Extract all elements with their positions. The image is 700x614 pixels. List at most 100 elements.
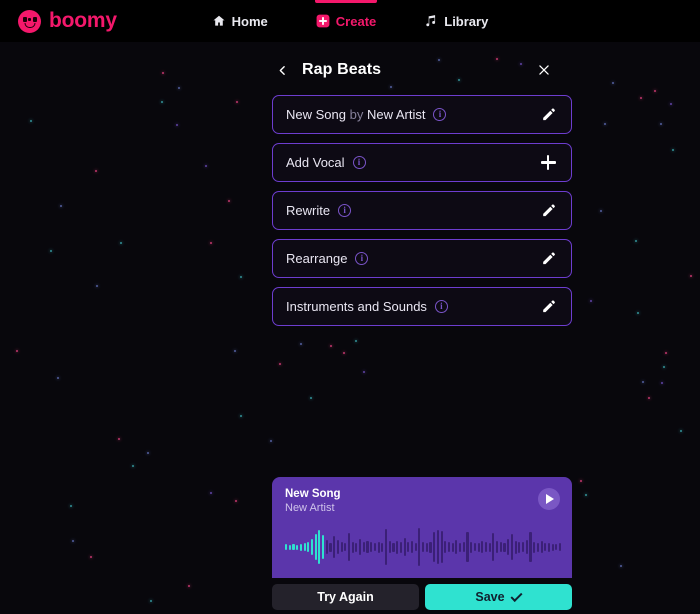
- particle-dot: [635, 240, 637, 242]
- info-icon[interactable]: i: [434, 300, 448, 313]
- info-icon[interactable]: i: [433, 108, 447, 121]
- waveform-bar: [370, 542, 373, 552]
- edit-instruments-button[interactable]: [538, 297, 558, 317]
- waveform-bar: [422, 542, 425, 552]
- save-button[interactable]: Save: [425, 584, 572, 610]
- nav-item-library[interactable]: Library: [422, 0, 490, 42]
- waveform-bar: [292, 544, 295, 550]
- particle-dot: [57, 377, 59, 379]
- particle-dot: [665, 352, 667, 354]
- waveform-bar: [366, 541, 369, 553]
- waveform-bar: [333, 536, 336, 558]
- particle-dot: [642, 381, 644, 383]
- row-add-vocal[interactable]: Add Vocal i: [272, 143, 572, 182]
- particle-dot: [660, 123, 662, 125]
- info-icon[interactable]: i: [338, 204, 352, 217]
- close-icon: [539, 65, 549, 75]
- audio-player-card: New Song New Artist: [272, 477, 572, 578]
- waveform-scrubber[interactable]: [285, 526, 562, 568]
- waveform-bar: [440, 531, 443, 563]
- row-song-title-label: New Song by New Artist: [286, 107, 425, 122]
- particle-dot: [16, 350, 18, 352]
- by-text: by: [345, 107, 367, 122]
- waveform-bar: [510, 534, 513, 560]
- waveform-bar: [547, 542, 551, 552]
- song-name-text: New Song: [286, 107, 346, 122]
- waveform-bar: [466, 532, 469, 562]
- nav-item-create[interactable]: Create: [314, 0, 378, 42]
- edit-rewrite-button[interactable]: [538, 201, 558, 221]
- particle-dot: [637, 312, 639, 314]
- waveform-bar: [533, 541, 536, 553]
- waveform-bar: [418, 528, 421, 566]
- particle-dot: [205, 165, 207, 167]
- play-icon: [546, 494, 554, 504]
- particle-dot: [661, 382, 663, 384]
- waveform-bar: [310, 539, 314, 555]
- row-instruments-and-sounds[interactable]: Instruments and Sounds i: [272, 287, 572, 326]
- row-song-title[interactable]: New Song by New Artist i: [272, 95, 572, 134]
- particle-dot: [279, 363, 281, 365]
- play-button[interactable]: [538, 488, 560, 510]
- waveform-bar: [325, 540, 328, 554]
- page-title: Rap Beats: [302, 61, 382, 78]
- particle-dot: [672, 149, 674, 151]
- waveform-bar: [470, 541, 473, 553]
- player-metadata: New Song New Artist: [285, 488, 341, 514]
- waveform-bar: [518, 541, 521, 553]
- pencil-icon: [542, 108, 555, 121]
- particle-dot: [188, 585, 190, 587]
- add-vocal-button[interactable]: [538, 153, 558, 173]
- edit-song-title-button[interactable]: [538, 105, 558, 125]
- nav-item-library-label: Library: [444, 13, 489, 29]
- waveform-bar: [322, 535, 325, 559]
- edit-rearrange-button[interactable]: [538, 249, 558, 269]
- waveform-bar: [340, 542, 343, 552]
- waveform-bar: [455, 540, 458, 554]
- particle-dot: [50, 250, 52, 252]
- try-again-button[interactable]: Try Again: [272, 584, 419, 610]
- back-button[interactable]: [272, 60, 292, 80]
- waveform-bar: [496, 541, 499, 553]
- waveform-bar: [444, 541, 447, 553]
- particle-dot: [310, 397, 312, 399]
- info-icon[interactable]: i: [352, 156, 366, 169]
- particle-dot: [178, 87, 180, 89]
- info-icon[interactable]: i: [355, 252, 369, 265]
- row-add-vocal-label: Add Vocal: [286, 155, 345, 170]
- waveform-bar: [481, 541, 484, 553]
- waveform-bar: [381, 542, 384, 552]
- particle-dot: [235, 500, 237, 502]
- waveform-bar: [288, 544, 291, 550]
- waveform-bar: [318, 530, 321, 564]
- particle-dot: [150, 600, 152, 602]
- particle-dot: [240, 276, 242, 278]
- waveform-bar: [307, 542, 310, 552]
- row-rearrange-label: Rearrange: [286, 251, 348, 266]
- player-artist-name: New Artist: [285, 502, 335, 514]
- waveform-bar: [285, 544, 288, 550]
- nav-item-home[interactable]: Home: [210, 0, 270, 42]
- player-header: New Song New Artist: [272, 477, 572, 514]
- waveform-bar: [362, 542, 365, 552]
- particle-dot: [654, 90, 656, 92]
- action-bar: Try Again Save: [272, 584, 572, 610]
- waveform-bar: [410, 541, 414, 553]
- row-rearrange[interactable]: Rearrange i: [272, 239, 572, 278]
- waveform-bar: [433, 532, 436, 562]
- waveform-bar: [462, 542, 465, 552]
- particle-dot: [648, 397, 650, 399]
- particle-dot: [60, 205, 62, 207]
- nav-item-create-label: Create: [335, 13, 377, 29]
- row-rewrite[interactable]: Rewrite i: [272, 191, 572, 230]
- waveform-bar: [477, 542, 480, 552]
- waveform-bar: [359, 539, 362, 555]
- particle-dot: [72, 540, 74, 542]
- waveform-bar: [351, 541, 354, 553]
- waveform-bar: [329, 542, 332, 552]
- particle-dot: [670, 103, 672, 105]
- close-button[interactable]: [534, 60, 554, 80]
- plus-square-icon: [316, 14, 330, 28]
- particle-dot: [663, 366, 665, 368]
- waveform-bar: [344, 543, 347, 551]
